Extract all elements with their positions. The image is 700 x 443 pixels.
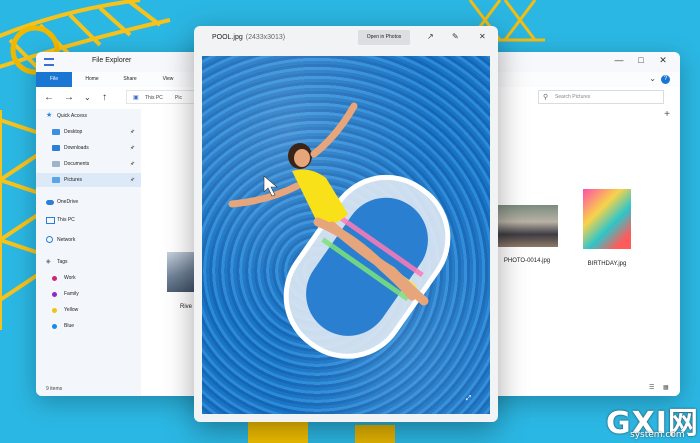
edit-icon[interactable]: ✎ bbox=[452, 32, 459, 41]
sidebar-item-this-pc[interactable]: This PC bbox=[36, 213, 141, 227]
photo-0014-thumbnail[interactable] bbox=[496, 205, 558, 247]
file-name: BIRTHDAY.jpg bbox=[587, 261, 627, 267]
sidebar-item-network[interactable]: Network bbox=[36, 233, 141, 247]
viewer-title: POOL.jpg (2433x3013) bbox=[212, 34, 285, 41]
help-icon[interactable]: ? bbox=[661, 75, 670, 84]
search-icon: ⚲ bbox=[543, 94, 549, 101]
pc-icon: ▣ bbox=[133, 95, 139, 101]
pin-icon: 🖈 bbox=[130, 161, 135, 167]
tag-color-dot bbox=[52, 292, 57, 297]
chevron-down-icon[interactable]: ⌄ bbox=[649, 74, 656, 83]
navigation-pane: ★ Quick Access Desktop 🖈 Downloads 🖈 Doc… bbox=[36, 109, 141, 396]
tag-color-dot bbox=[52, 308, 57, 313]
birthday-photo-thumbnail[interactable] bbox=[583, 189, 631, 249]
watermark-logo: GXI网 system.com bbox=[600, 398, 700, 443]
tag-icon: ◈ bbox=[46, 259, 51, 265]
network-icon bbox=[46, 236, 53, 243]
file-explorer-icon bbox=[44, 58, 54, 66]
downloads-folder-icon bbox=[52, 145, 60, 151]
sidebar-item-downloads[interactable]: Downloads 🖈 bbox=[36, 141, 141, 155]
details-view-icon[interactable]: ☰ bbox=[649, 384, 654, 391]
tag-color-dot bbox=[52, 324, 57, 329]
sidebar-item-tag-blue[interactable]: Blue bbox=[36, 319, 141, 333]
sidebar-label: Network bbox=[57, 237, 76, 243]
recent-chevron-icon[interactable]: ⌄ bbox=[84, 93, 91, 102]
close-icon[interactable]: ✕ bbox=[479, 32, 486, 41]
tab-file[interactable]: File bbox=[36, 72, 72, 87]
sidebar-item-tag-yellow[interactable]: Yellow bbox=[36, 303, 141, 317]
sidebar-item-tag-family[interactable]: Family bbox=[36, 287, 141, 301]
photo-viewer-window: POOL.jpg (2433x3013) Open in Photos ↗ ✎ ✕ bbox=[194, 26, 498, 422]
sidebar-label: This PC bbox=[57, 217, 75, 223]
river-photo-thumbnail[interactable] bbox=[167, 252, 195, 292]
status-item-count: 9 items bbox=[46, 386, 63, 392]
sidebar-label: Desktop bbox=[64, 129, 83, 135]
sidebar-item-quick-access[interactable]: ★ Quick Access bbox=[36, 109, 141, 123]
sidebar-label: Yellow bbox=[64, 307, 79, 313]
tab-view[interactable]: View bbox=[154, 72, 182, 87]
large-icons-view-icon[interactable]: ▦ bbox=[663, 384, 669, 391]
share-icon[interactable]: ↗ bbox=[427, 32, 434, 41]
star-icon: ★ bbox=[46, 112, 53, 119]
sidebar-label: Documents bbox=[64, 161, 90, 167]
pool-photo[interactable]: ↕ bbox=[202, 56, 490, 414]
close-icon[interactable]: ✕ bbox=[656, 55, 670, 66]
sidebar-label: Work bbox=[64, 275, 76, 281]
sidebar-item-desktop[interactable]: Desktop 🖈 bbox=[36, 125, 141, 139]
sidebar-label: Downloads bbox=[64, 145, 89, 151]
sidebar-item-tags[interactable]: ◈ Tags bbox=[36, 255, 141, 269]
back-arrow-icon[interactable]: ← bbox=[44, 92, 54, 103]
forward-arrow-icon[interactable]: → bbox=[64, 92, 74, 103]
cloud-icon bbox=[46, 200, 54, 205]
open-in-photos-button[interactable]: Open in Photos bbox=[358, 30, 410, 45]
pin-icon: 🖈 bbox=[130, 129, 135, 135]
file-name: PHOTO-0014.jpg bbox=[503, 258, 551, 264]
sidebar-label: Blue bbox=[64, 323, 75, 329]
sidebar-item-pictures[interactable]: Pictures 🖈 bbox=[36, 173, 141, 187]
up-arrow-icon[interactable]: ↑ bbox=[102, 92, 107, 103]
pin-icon: 🖈 bbox=[130, 177, 135, 183]
documents-folder-icon bbox=[52, 161, 60, 167]
tab-home[interactable]: Home bbox=[76, 72, 108, 87]
window-title: File Explorer bbox=[92, 57, 132, 64]
viewer-dimensions: (2433x3013) bbox=[245, 34, 286, 41]
sidebar-label: Pictures bbox=[64, 177, 83, 183]
watermark-domain: system.com bbox=[630, 430, 685, 440]
desktop-folder-icon bbox=[52, 129, 60, 135]
pin-icon: 🖈 bbox=[130, 145, 135, 151]
sidebar-label: Family bbox=[64, 291, 79, 297]
sidebar-item-tag-work[interactable]: Work bbox=[36, 271, 141, 285]
search-placeholder: Search Pictures bbox=[555, 94, 591, 100]
add-icon[interactable]: + bbox=[664, 109, 670, 120]
sidebar-item-documents[interactable]: Documents 🖈 bbox=[36, 157, 141, 171]
viewer-filename: POOL.jpg bbox=[212, 34, 243, 41]
pictures-folder-icon bbox=[52, 177, 60, 183]
breadcrumb-this-pc[interactable]: This PC bbox=[145, 91, 163, 105]
sidebar-label: OneDrive bbox=[57, 199, 79, 205]
sidebar-label: Tags bbox=[57, 259, 68, 265]
pool-scene-illustration bbox=[228, 102, 451, 359]
computer-icon bbox=[46, 217, 55, 224]
sidebar-label: Quick Access bbox=[57, 113, 88, 119]
minimize-icon[interactable]: — bbox=[612, 55, 626, 65]
search-input[interactable]: ⚲ Search Pictures bbox=[538, 90, 664, 104]
file-name: Rive bbox=[180, 304, 193, 310]
tab-share[interactable]: Share bbox=[114, 72, 146, 87]
sidebar-item-onedrive[interactable]: OneDrive bbox=[36, 195, 141, 209]
breadcrumb-pictures[interactable]: Pic bbox=[175, 91, 182, 105]
tag-color-dot bbox=[52, 276, 57, 281]
maximize-icon[interactable]: □ bbox=[634, 55, 648, 65]
